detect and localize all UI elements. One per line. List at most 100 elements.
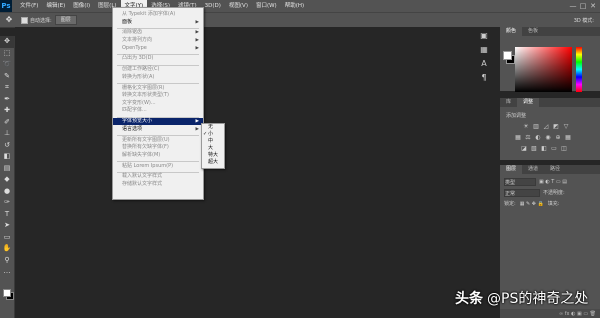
menu-item[interactable]: 帮助(H) bbox=[281, 0, 308, 12]
menu-item[interactable]: 视图(V) bbox=[225, 0, 252, 12]
font-size-option[interactable]: ✓ 小 bbox=[202, 131, 224, 138]
font-size-option[interactable]: 大 bbox=[202, 145, 224, 152]
type-menu-item-label: 面板 bbox=[122, 18, 133, 25]
layer-filter-dropdown[interactable]: 类型 bbox=[504, 177, 536, 186]
close-button[interactable]: ✕ bbox=[588, 0, 598, 12]
photo-filter-icon[interactable]: ◉ bbox=[544, 134, 552, 141]
blend-mode-dropdown[interactable]: 正常 bbox=[504, 188, 540, 197]
lock-icons[interactable]: ▦ ✎ ✥ 🔒 bbox=[520, 201, 544, 207]
channel-mixer-icon[interactable]: ⊕ bbox=[554, 134, 562, 141]
more-tools-icon[interactable]: … bbox=[0, 266, 14, 278]
tab-channels[interactable]: 通道 bbox=[522, 165, 544, 174]
tab-swatches[interactable]: 色板 bbox=[522, 27, 544, 36]
menu-item[interactable]: 文件(F) bbox=[16, 0, 42, 12]
type-menu-item-label: 从 Typekit 添加字体(A) bbox=[122, 11, 176, 17]
type-menu-item[interactable]: 从 Typekit 添加字体(A) bbox=[113, 11, 203, 18]
color-lookup-icon[interactable]: ▦ bbox=[564, 134, 572, 141]
paragraph-panel-icon[interactable]: ¶ bbox=[478, 72, 490, 84]
filter-icons[interactable]: ▣ ◐ T ▭ ▤ bbox=[539, 179, 567, 185]
vibrance-icon[interactable]: ▽ bbox=[562, 123, 570, 130]
quick-select-tool-icon[interactable]: ✎ bbox=[0, 71, 14, 83]
type-menu-item[interactable]: 转换文本形状类型(T) bbox=[113, 92, 203, 99]
eyedropper-tool-icon[interactable]: ✒ bbox=[0, 94, 14, 106]
posterize-icon[interactable]: ▧ bbox=[530, 145, 538, 152]
path-select-tool-icon[interactable]: ➤ bbox=[0, 220, 14, 232]
auto-select-checkbox[interactable] bbox=[21, 16, 28, 24]
brightness-icon[interactable]: ☀ bbox=[522, 123, 530, 130]
type-menu-item[interactable]: 字体预览大小 ▶ bbox=[113, 118, 203, 126]
font-size-option[interactable]: 中 bbox=[202, 138, 224, 145]
type-menu-item[interactable]: 替换所有欠缺字体(F) bbox=[113, 144, 203, 151]
exposure-icon[interactable]: ◩ bbox=[552, 123, 560, 130]
black-white-icon[interactable]: ◐ bbox=[534, 134, 542, 141]
type-menu-item[interactable]: 创建工作路径(C) bbox=[113, 66, 203, 73]
type-menu-item[interactable]: 消除锯齿 ▶ bbox=[113, 29, 203, 36]
blur-tool-icon[interactable]: ◆ bbox=[0, 174, 14, 186]
type-menu-item-label: 字体预览大小 bbox=[122, 118, 153, 125]
selective-color-icon[interactable]: ◫ bbox=[560, 145, 568, 152]
tab-adjustments[interactable]: 调整 bbox=[517, 98, 540, 107]
font-size-option[interactable]: 超大 bbox=[202, 159, 224, 166]
threshold-icon[interactable]: ◧ bbox=[540, 145, 548, 152]
type-menu-item[interactable]: 粘贴 Lorem Ipsum(P) bbox=[113, 163, 203, 170]
hue-slider[interactable] bbox=[576, 47, 582, 92]
crop-tool-icon[interactable]: ⌗ bbox=[0, 82, 14, 94]
history-panel-icon[interactable]: ▣ bbox=[478, 30, 490, 42]
font-size-option[interactable]: 无 bbox=[202, 124, 224, 131]
font-size-option[interactable]: 特大 bbox=[202, 152, 224, 159]
minimize-button[interactable]: — bbox=[568, 0, 578, 12]
levels-icon[interactable]: ▥ bbox=[532, 123, 540, 130]
type-menu-item[interactable]: 转换为形状(A) bbox=[113, 74, 203, 81]
menu-item[interactable]: 窗口(W) bbox=[252, 0, 281, 12]
brush-tool-icon[interactable]: ✐ bbox=[0, 117, 14, 129]
type-menu-item[interactable]: 更新所有文字图层(U) bbox=[113, 137, 203, 144]
type-menu-item[interactable]: 文本排列方向 ▶ bbox=[113, 37, 203, 44]
gradient-map-icon[interactable]: ▭ bbox=[550, 145, 558, 152]
type-menu-item[interactable]: 解析缺失字体(M) bbox=[113, 152, 203, 159]
tab-layers[interactable]: 图层 bbox=[500, 165, 523, 174]
curves-icon[interactable]: ◿ bbox=[542, 123, 550, 130]
marquee-tool-icon[interactable]: ⬚ bbox=[0, 48, 14, 60]
lasso-tool-icon[interactable]: ➰ bbox=[0, 59, 14, 71]
dodge-tool-icon[interactable]: ● bbox=[0, 186, 14, 198]
character-panel-icon[interactable]: A bbox=[478, 58, 490, 70]
type-menu-item[interactable]: 栅格化文字图层(R) bbox=[113, 85, 203, 92]
foreground-color-swatch[interactable] bbox=[3, 289, 11, 297]
healing-brush-tool-icon[interactable]: ✚ bbox=[0, 105, 14, 117]
type-menu-item[interactable]: 存储默认文字样式 bbox=[113, 181, 203, 188]
maximize-button[interactable]: □ bbox=[578, 0, 588, 12]
clone-stamp-tool-icon[interactable]: ⊥ bbox=[0, 128, 14, 140]
hue-saturation-icon[interactable]: ▦ bbox=[514, 134, 522, 141]
properties-panel-icon[interactable]: ▦ bbox=[478, 44, 490, 56]
type-menu-item[interactable]: 文字变形(W)... bbox=[113, 100, 203, 107]
eraser-tool-icon[interactable]: ◧ bbox=[0, 151, 14, 163]
color-picker-field[interactable] bbox=[515, 47, 572, 92]
color-balance-icon[interactable]: ⚖ bbox=[524, 134, 532, 141]
type-menu-item[interactable]: 面板 ▶ bbox=[113, 19, 203, 26]
type-menu-item[interactable]: 凸出为 3D(D) bbox=[113, 55, 203, 62]
type-menu-item[interactable]: 语言选项 ▶ bbox=[113, 126, 203, 133]
layers-footer-icons[interactable]: ∞ fx ◐ ▣ ▭ 🗑 bbox=[559, 311, 596, 317]
hand-tool-icon[interactable]: ✋ bbox=[0, 243, 14, 255]
auto-select-dropdown[interactable]: 图层 bbox=[54, 15, 77, 25]
menu-item[interactable]: 图像(I) bbox=[69, 0, 94, 12]
type-menu-item[interactable]: OpenType ▶ bbox=[113, 45, 203, 52]
type-tool-icon[interactable]: T bbox=[0, 209, 14, 221]
tab-color[interactable]: 颜色 bbox=[500, 27, 523, 36]
move-tool-icon[interactable]: ✥ bbox=[0, 36, 14, 48]
type-menu-item[interactable]: 匹配字体... bbox=[113, 107, 203, 114]
gradient-tool-icon[interactable]: ▤ bbox=[0, 163, 14, 175]
tab-paths[interactable]: 路径 bbox=[544, 165, 566, 174]
watermark-text: @PS的神奇之处 bbox=[487, 291, 589, 307]
zoom-tool-icon[interactable]: ⚲ bbox=[0, 255, 14, 267]
rectangle-tool-icon[interactable]: ▭ bbox=[0, 232, 14, 244]
foreground-color-chip[interactable] bbox=[503, 51, 512, 60]
history-brush-tool-icon[interactable]: ↺ bbox=[0, 140, 14, 152]
tab-libraries[interactable]: 库 bbox=[500, 98, 517, 107]
type-menu-item[interactable]: 载入默认文字样式 bbox=[113, 173, 203, 180]
color-panel: 颜色 色板 bbox=[500, 27, 600, 92]
menu-item[interactable]: 编辑(E) bbox=[42, 0, 69, 12]
pen-tool-icon[interactable]: ✑ bbox=[0, 197, 14, 209]
menu-item[interactable]: 3D(D) bbox=[201, 0, 225, 12]
invert-icon[interactable]: ◪ bbox=[520, 145, 528, 152]
